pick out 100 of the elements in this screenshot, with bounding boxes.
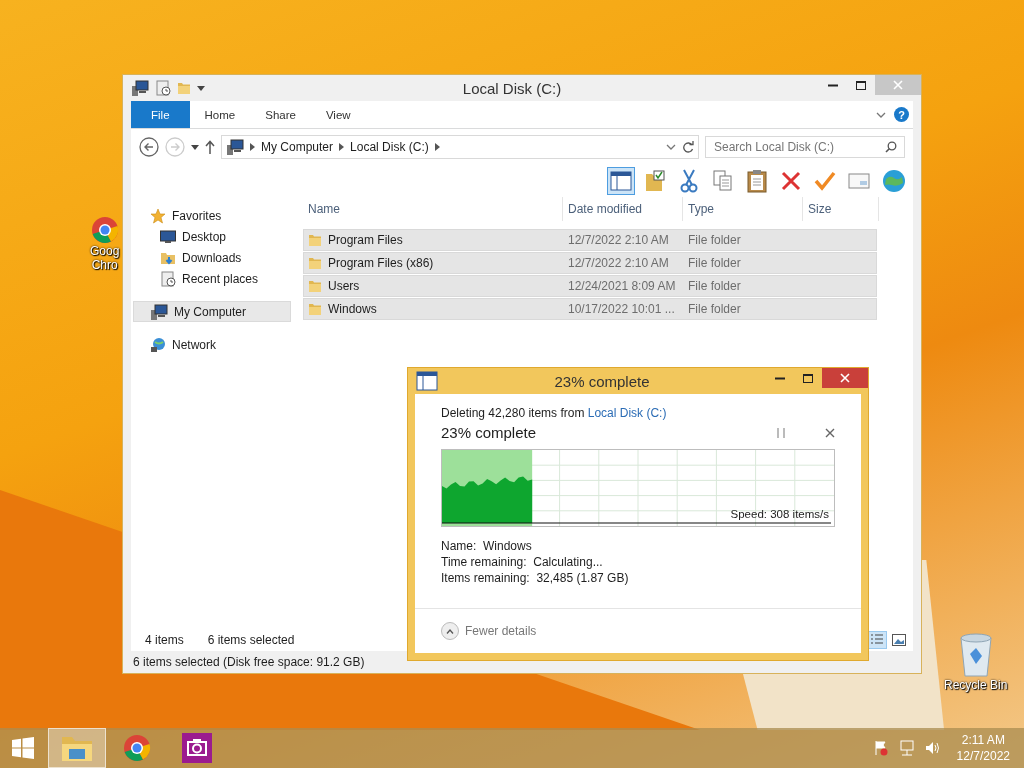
breadcrumb-arrow-icon[interactable] — [250, 143, 255, 151]
cancel-button[interactable] — [825, 427, 835, 438]
help-button[interactable]: ? — [894, 107, 909, 122]
chevron-down-icon[interactable] — [666, 144, 676, 150]
column-header[interactable]: Date modified — [563, 197, 683, 221]
nav-item[interactable]: Recent places — [133, 268, 291, 289]
ribbon-tab[interactable]: Home — [189, 101, 251, 128]
column-header[interactable]: Type — [683, 197, 803, 221]
caret-down-icon[interactable] — [191, 144, 199, 150]
file-name: Program Files (x86) — [328, 256, 434, 270]
ribbon-tab[interactable]: View — [310, 101, 366, 128]
computer-icon — [226, 139, 244, 155]
refresh-icon[interactable] — [682, 141, 694, 153]
breadcrumb[interactable]: Local Disk (C:) — [350, 140, 429, 154]
checkmark-icon — [814, 171, 836, 191]
nav-item[interactable]: Desktop — [133, 226, 291, 247]
toolbar-button[interactable] — [607, 167, 635, 195]
preview-pane-icon — [610, 171, 632, 191]
folder-icon — [308, 256, 322, 270]
close-icon — [893, 80, 903, 90]
type-cell-text: File folder — [687, 233, 742, 247]
detail-line: Time remaining: Calculating... — [441, 555, 604, 570]
minimize-icon — [775, 376, 785, 380]
nav-item[interactable]: Favorites — [133, 205, 291, 226]
flag-icon — [872, 740, 889, 756]
close-icon — [825, 427, 835, 438]
tray-button[interactable] — [872, 740, 889, 756]
type-cell-text: File folder — [687, 256, 742, 270]
folder-icon — [177, 81, 191, 95]
ribbon-tab[interactable]: Share — [250, 101, 311, 128]
close-icon — [840, 373, 850, 383]
date-cell-text: 12/24/2021 8:09 AM — [567, 279, 677, 293]
scissors-icon — [679, 169, 699, 193]
file-menu-button[interactable]: File — [131, 101, 190, 128]
computer-icon — [131, 80, 149, 96]
type-cell-text: File folder — [687, 302, 742, 316]
breadcrumb-arrow-icon[interactable] — [339, 143, 345, 151]
monitor-icon — [160, 229, 176, 244]
column-header[interactable]: Size — [803, 197, 879, 221]
file-row[interactable]: Users 12/24/2021 8:09 AM File folder — [303, 275, 877, 297]
preview-pane-icon — [416, 371, 438, 391]
delete-x-icon — [781, 171, 801, 191]
folder-icon — [308, 279, 322, 293]
maximize-icon — [856, 80, 866, 90]
view-button[interactable] — [889, 631, 909, 649]
network-icon — [898, 740, 915, 756]
clipboard-icon — [747, 169, 767, 193]
tray-button[interactable] — [924, 740, 941, 756]
dialog-title: 23% complete — [554, 372, 650, 390]
nav-item[interactable]: My Computer — [133, 301, 291, 322]
breadcrumb-arrow-icon[interactable] — [434, 143, 440, 151]
up-arrow-icon[interactable] — [205, 140, 215, 154]
window-grid-icon — [12, 737, 34, 759]
recycle-bin-icon — [957, 632, 994, 678]
folder-check-icon — [644, 170, 666, 192]
details-view-icon — [870, 633, 884, 647]
file-row[interactable]: Program Files 12/7/2022 2:10 AM File folder — [303, 229, 877, 251]
detail-line: Name: Windows — [441, 539, 533, 554]
operation-description: Deleting 42,280 items from Local Disk (C:) — [441, 406, 668, 420]
window-title: Local Disk (C:) — [462, 79, 562, 97]
chevron-down-icon[interactable] — [876, 111, 886, 118]
file-row[interactable]: Program Files (x86) 12/7/2022 2:10 AM File folder — [303, 252, 877, 274]
status-text: 6 items selected (Disk free space: 91.2 GB) — [133, 655, 365, 669]
detail-line: Items remaining: 32,485 (1.87 GB) — [441, 571, 630, 586]
nav-item[interactable]: Network — [133, 334, 291, 355]
file-name: Windows — [328, 302, 377, 316]
type-cell-text: File folder — [687, 279, 742, 293]
camera-icon — [182, 733, 212, 763]
column-header[interactable]: Name — [303, 197, 563, 221]
computer-icon — [150, 303, 168, 320]
search-icon[interactable] — [885, 141, 897, 153]
selection-count: 6 items selected — [207, 633, 295, 647]
fewer-details-button[interactable]: Fewer details — [441, 622, 537, 640]
file-name: Program Files — [328, 233, 403, 247]
date-cell-text: 10/17/2022 10:01 ... — [567, 302, 676, 316]
pause-icon — [777, 427, 785, 438]
picture-view-icon — [892, 634, 906, 646]
document-clock-icon — [160, 270, 176, 287]
search-field[interactable]: Search Local Disk (C:) — [705, 136, 905, 158]
speaker-icon — [924, 740, 941, 756]
folder-icon — [308, 302, 322, 316]
nav-item[interactable]: Downloads — [133, 247, 291, 268]
file-row[interactable]: Windows 10/17/2022 10:01 ... File folder — [303, 298, 877, 320]
star-icon — [150, 207, 166, 224]
address-bar[interactable]: My Computer Local Disk (C:) — [221, 135, 699, 159]
speed-label: Speed: 308 items/s — [730, 508, 829, 520]
network-globe-icon — [150, 336, 166, 353]
file-name: Users — [328, 279, 360, 293]
chevron-up-icon — [446, 628, 454, 634]
document-clock-icon — [155, 80, 171, 96]
breadcrumb[interactable]: My Computer — [261, 140, 334, 154]
source-link[interactable]: Local Disk (C:) — [587, 406, 667, 420]
caret-down-icon[interactable] — [197, 85, 205, 91]
chrome-logo-icon — [123, 734, 151, 762]
date-cell-text: 12/7/2022 2:10 AM — [567, 233, 670, 247]
item-count: 4 items — [145, 633, 184, 647]
date-cell-text: 12/7/2022 2:10 AM — [567, 256, 670, 270]
folder-icon — [308, 233, 322, 247]
progress-text: 23% complete — [441, 424, 537, 441]
copy-icon — [713, 170, 733, 192]
